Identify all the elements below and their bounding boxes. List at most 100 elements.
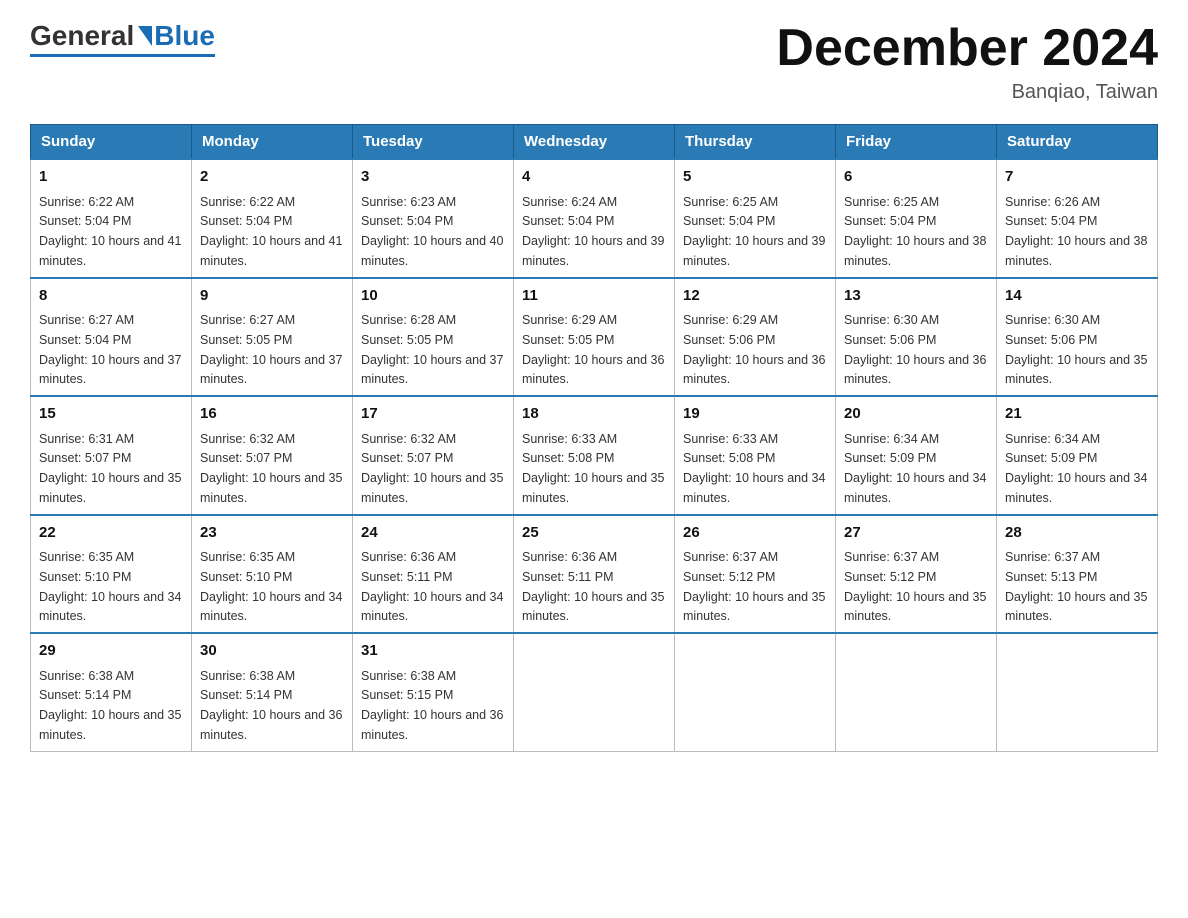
day-number: 26 bbox=[683, 522, 827, 545]
day-number: 13 bbox=[844, 285, 988, 308]
col-saturday: Saturday bbox=[997, 125, 1158, 160]
col-tuesday: Tuesday bbox=[353, 125, 514, 160]
day-number: 18 bbox=[522, 403, 666, 426]
logo-arrow-icon bbox=[138, 26, 152, 46]
day-number: 8 bbox=[39, 285, 183, 308]
day-number: 16 bbox=[200, 403, 344, 426]
col-sunday: Sunday bbox=[31, 125, 192, 160]
day-detail: Sunrise: 6:36 AMSunset: 5:11 PMDaylight:… bbox=[361, 550, 503, 623]
week-row-5: 29 Sunrise: 6:38 AMSunset: 5:14 PMDaylig… bbox=[31, 633, 1158, 751]
col-wednesday: Wednesday bbox=[514, 125, 675, 160]
day-cell-11: 11 Sunrise: 6:29 AMSunset: 5:05 PMDaylig… bbox=[514, 278, 675, 397]
day-cell-18: 18 Sunrise: 6:33 AMSunset: 5:08 PMDaylig… bbox=[514, 396, 675, 515]
day-detail: Sunrise: 6:32 AMSunset: 5:07 PMDaylight:… bbox=[361, 432, 503, 505]
day-cell-15: 15 Sunrise: 6:31 AMSunset: 5:07 PMDaylig… bbox=[31, 396, 192, 515]
day-cell-23: 23 Sunrise: 6:35 AMSunset: 5:10 PMDaylig… bbox=[192, 515, 353, 634]
day-detail: Sunrise: 6:27 AMSunset: 5:04 PMDaylight:… bbox=[39, 313, 181, 386]
day-detail: Sunrise: 6:38 AMSunset: 5:15 PMDaylight:… bbox=[361, 669, 503, 742]
day-cell-9: 9 Sunrise: 6:27 AMSunset: 5:05 PMDayligh… bbox=[192, 278, 353, 397]
col-monday: Monday bbox=[192, 125, 353, 160]
day-cell-17: 17 Sunrise: 6:32 AMSunset: 5:07 PMDaylig… bbox=[353, 396, 514, 515]
day-number: 11 bbox=[522, 285, 666, 308]
day-detail: Sunrise: 6:25 AMSunset: 5:04 PMDaylight:… bbox=[844, 195, 986, 268]
empty-cell-w4-d5 bbox=[836, 633, 997, 751]
day-cell-4: 4 Sunrise: 6:24 AMSunset: 5:04 PMDayligh… bbox=[514, 159, 675, 278]
day-detail: Sunrise: 6:22 AMSunset: 5:04 PMDaylight:… bbox=[39, 195, 181, 268]
day-cell-1: 1 Sunrise: 6:22 AMSunset: 5:04 PMDayligh… bbox=[31, 159, 192, 278]
day-number: 19 bbox=[683, 403, 827, 426]
day-cell-24: 24 Sunrise: 6:36 AMSunset: 5:11 PMDaylig… bbox=[353, 515, 514, 634]
day-cell-31: 31 Sunrise: 6:38 AMSunset: 5:15 PMDaylig… bbox=[353, 633, 514, 751]
day-detail: Sunrise: 6:30 AMSunset: 5:06 PMDaylight:… bbox=[1005, 313, 1147, 386]
day-cell-19: 19 Sunrise: 6:33 AMSunset: 5:08 PMDaylig… bbox=[675, 396, 836, 515]
day-cell-10: 10 Sunrise: 6:28 AMSunset: 5:05 PMDaylig… bbox=[353, 278, 514, 397]
day-detail: Sunrise: 6:37 AMSunset: 5:13 PMDaylight:… bbox=[1005, 550, 1147, 623]
day-cell-14: 14 Sunrise: 6:30 AMSunset: 5:06 PMDaylig… bbox=[997, 278, 1158, 397]
day-detail: Sunrise: 6:29 AMSunset: 5:05 PMDaylight:… bbox=[522, 313, 664, 386]
day-cell-20: 20 Sunrise: 6:34 AMSunset: 5:09 PMDaylig… bbox=[836, 396, 997, 515]
day-detail: Sunrise: 6:26 AMSunset: 5:04 PMDaylight:… bbox=[1005, 195, 1147, 268]
calendar-header-row: Sunday Monday Tuesday Wednesday Thursday… bbox=[31, 125, 1158, 160]
week-row-2: 8 Sunrise: 6:27 AMSunset: 5:04 PMDayligh… bbox=[31, 278, 1158, 397]
day-detail: Sunrise: 6:30 AMSunset: 5:06 PMDaylight:… bbox=[844, 313, 986, 386]
day-cell-27: 27 Sunrise: 6:37 AMSunset: 5:12 PMDaylig… bbox=[836, 515, 997, 634]
day-detail: Sunrise: 6:33 AMSunset: 5:08 PMDaylight:… bbox=[522, 432, 664, 505]
day-number: 29 bbox=[39, 640, 183, 663]
day-number: 2 bbox=[200, 166, 344, 189]
day-number: 9 bbox=[200, 285, 344, 308]
day-detail: Sunrise: 6:35 AMSunset: 5:10 PMDaylight:… bbox=[39, 550, 181, 623]
day-detail: Sunrise: 6:35 AMSunset: 5:10 PMDaylight:… bbox=[200, 550, 342, 623]
day-detail: Sunrise: 6:29 AMSunset: 5:06 PMDaylight:… bbox=[683, 313, 825, 386]
week-row-1: 1 Sunrise: 6:22 AMSunset: 5:04 PMDayligh… bbox=[31, 159, 1158, 278]
day-number: 27 bbox=[844, 522, 988, 545]
logo-general-text: General bbox=[30, 20, 134, 52]
day-cell-30: 30 Sunrise: 6:38 AMSunset: 5:14 PMDaylig… bbox=[192, 633, 353, 751]
day-detail: Sunrise: 6:24 AMSunset: 5:04 PMDaylight:… bbox=[522, 195, 664, 268]
day-number: 30 bbox=[200, 640, 344, 663]
logo: General Blue bbox=[30, 20, 215, 57]
week-row-4: 22 Sunrise: 6:35 AMSunset: 5:10 PMDaylig… bbox=[31, 515, 1158, 634]
day-detail: Sunrise: 6:33 AMSunset: 5:08 PMDaylight:… bbox=[683, 432, 825, 505]
day-detail: Sunrise: 6:28 AMSunset: 5:05 PMDaylight:… bbox=[361, 313, 503, 386]
day-number: 22 bbox=[39, 522, 183, 545]
day-cell-5: 5 Sunrise: 6:25 AMSunset: 5:04 PMDayligh… bbox=[675, 159, 836, 278]
day-detail: Sunrise: 6:38 AMSunset: 5:14 PMDaylight:… bbox=[39, 669, 181, 742]
day-detail: Sunrise: 6:27 AMSunset: 5:05 PMDaylight:… bbox=[200, 313, 342, 386]
day-cell-26: 26 Sunrise: 6:37 AMSunset: 5:12 PMDaylig… bbox=[675, 515, 836, 634]
day-detail: Sunrise: 6:23 AMSunset: 5:04 PMDaylight:… bbox=[361, 195, 503, 268]
day-number: 10 bbox=[361, 285, 505, 308]
month-title: December 2024 bbox=[776, 20, 1158, 77]
title-area: December 2024 Banqiao, Taiwan bbox=[776, 20, 1158, 104]
day-cell-25: 25 Sunrise: 6:36 AMSunset: 5:11 PMDaylig… bbox=[514, 515, 675, 634]
day-number: 12 bbox=[683, 285, 827, 308]
week-row-3: 15 Sunrise: 6:31 AMSunset: 5:07 PMDaylig… bbox=[31, 396, 1158, 515]
day-number: 5 bbox=[683, 166, 827, 189]
day-detail: Sunrise: 6:37 AMSunset: 5:12 PMDaylight:… bbox=[683, 550, 825, 623]
empty-cell-w4-d3 bbox=[514, 633, 675, 751]
day-number: 3 bbox=[361, 166, 505, 189]
day-cell-29: 29 Sunrise: 6:38 AMSunset: 5:14 PMDaylig… bbox=[31, 633, 192, 751]
day-number: 1 bbox=[39, 166, 183, 189]
day-number: 6 bbox=[844, 166, 988, 189]
day-detail: Sunrise: 6:25 AMSunset: 5:04 PMDaylight:… bbox=[683, 195, 825, 268]
day-detail: Sunrise: 6:36 AMSunset: 5:11 PMDaylight:… bbox=[522, 550, 664, 623]
day-cell-8: 8 Sunrise: 6:27 AMSunset: 5:04 PMDayligh… bbox=[31, 278, 192, 397]
col-thursday: Thursday bbox=[675, 125, 836, 160]
day-cell-7: 7 Sunrise: 6:26 AMSunset: 5:04 PMDayligh… bbox=[997, 159, 1158, 278]
day-number: 21 bbox=[1005, 403, 1149, 426]
day-detail: Sunrise: 6:37 AMSunset: 5:12 PMDaylight:… bbox=[844, 550, 986, 623]
calendar-table: Sunday Monday Tuesday Wednesday Thursday… bbox=[30, 124, 1158, 752]
empty-cell-w4-d4 bbox=[675, 633, 836, 751]
day-detail: Sunrise: 6:32 AMSunset: 5:07 PMDaylight:… bbox=[200, 432, 342, 505]
col-friday: Friday bbox=[836, 125, 997, 160]
day-cell-13: 13 Sunrise: 6:30 AMSunset: 5:06 PMDaylig… bbox=[836, 278, 997, 397]
page-header: General Blue December 2024 Banqiao, Taiw… bbox=[30, 20, 1158, 104]
day-number: 23 bbox=[200, 522, 344, 545]
day-number: 7 bbox=[1005, 166, 1149, 189]
day-cell-3: 3 Sunrise: 6:23 AMSunset: 5:04 PMDayligh… bbox=[353, 159, 514, 278]
day-number: 25 bbox=[522, 522, 666, 545]
empty-cell-w4-d6 bbox=[997, 633, 1158, 751]
day-number: 24 bbox=[361, 522, 505, 545]
logo-blue-text: Blue bbox=[154, 20, 215, 52]
day-detail: Sunrise: 6:34 AMSunset: 5:09 PMDaylight:… bbox=[844, 432, 986, 505]
